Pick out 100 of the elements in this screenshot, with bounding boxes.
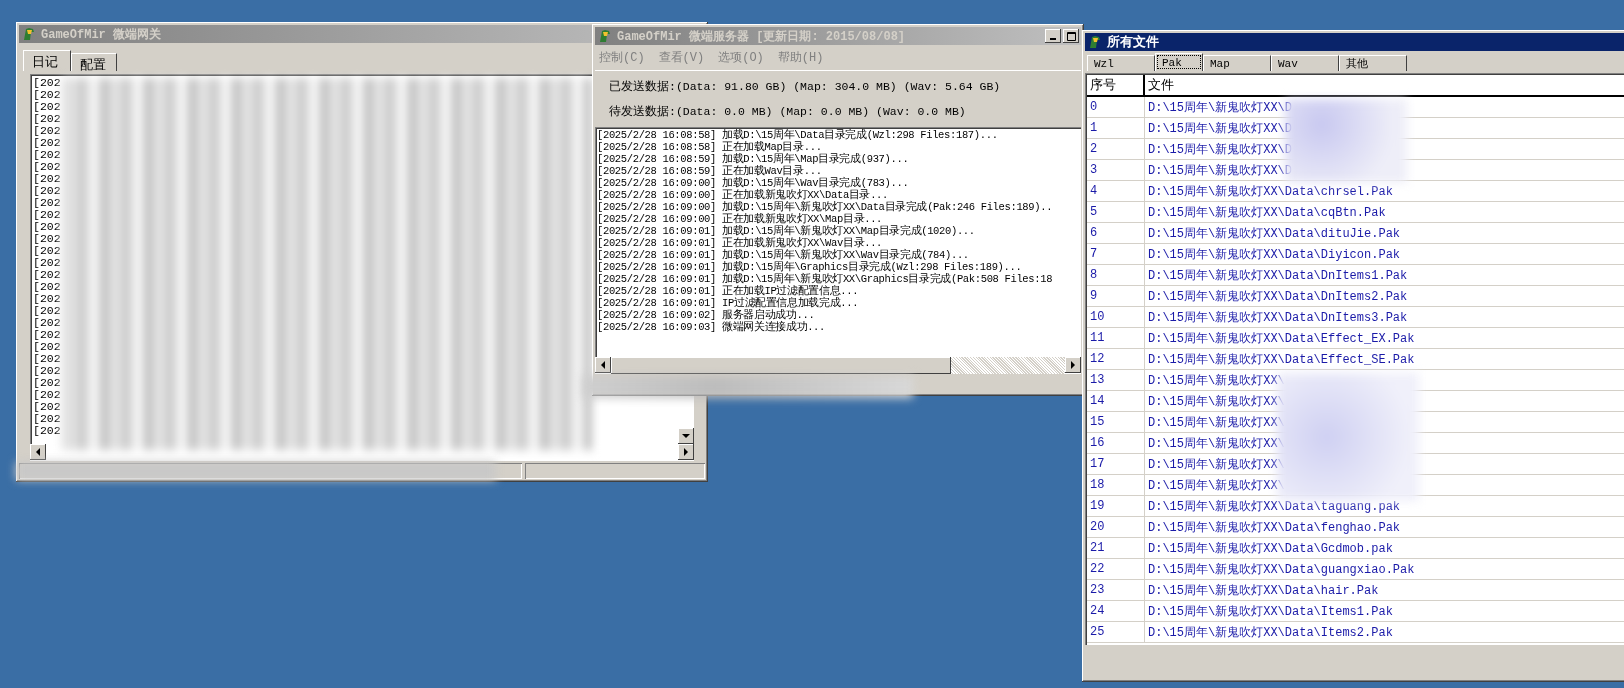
tab[interactable]: Wzl [1087, 55, 1155, 71]
table-cell: 19 [1087, 496, 1145, 516]
log-line: [2025/2/28 16:09:00] 加载D:\15周年\Wav目录完成(783)... [597, 177, 909, 189]
table-cell-text: D:\15周年\新鬼吹灯XX\Data\chrsel.Pak [1147, 183, 1394, 201]
log-line: [202 [33, 305, 61, 317]
table-cell-text: D:\15周年\新鬼吹灯XX\Data\Diyicon.Pak [1147, 246, 1402, 264]
log-line: [202 [33, 269, 61, 281]
table-cell: 21 [1087, 538, 1145, 558]
tab[interactable]: Map [1203, 55, 1271, 71]
table-cell: 0 [1087, 97, 1145, 117]
app-icon [597, 28, 613, 44]
table-cell-text: D:\15周年\新鬼吹灯XX\ [1147, 372, 1286, 390]
table-cell: 3 [1087, 160, 1145, 180]
table-cell-text: D:\15周年\新鬼吹灯XX\D [1147, 141, 1293, 159]
column-header[interactable]: 序号 [1087, 75, 1145, 95]
log-line: [2025/2/28 16:09:01] 加载D:\15周年\新鬼吹灯XX\Wav目录完成(784)... [597, 249, 969, 261]
log-line: [2025/2/28 16:08:59] 正在加载Wav目录... [597, 165, 822, 177]
window-title: 所有文件 [1107, 34, 1159, 51]
table-cell-text: D:\15周年\新鬼吹灯XX\D [1147, 162, 1293, 180]
app-icon [1087, 34, 1103, 50]
pending-data-stats: 待发送数据:(Data: 0.0 MB) (Map: 0.0 MB) (Wav: 0.0 MB) [609, 104, 966, 119]
table-cell: 5 [1087, 202, 1145, 222]
app-icon [21, 26, 37, 42]
log-line: [202 [33, 377, 61, 389]
table-cell-text: D:\15周年\新鬼吹灯XX\Data\DnItems2.Pak [1147, 288, 1409, 306]
log-line: [2025/2/28 16:08:59] 加载D:\15周年\Map目录完成(937)... [597, 153, 909, 165]
log-line: [2025/2/28 16:09:01] 加载D:\15周年\新鬼吹灯XX\Graphics目录完成(Pak:508 Files:18 [597, 273, 1053, 285]
scroll-left-button[interactable] [30, 444, 46, 460]
table-cell: 4 [1087, 181, 1145, 201]
log-line: [202 [33, 161, 61, 173]
log-line: [2025/2/28 16:09:03] 微端网关连接成功... [597, 321, 826, 333]
tab[interactable]: 日记 [23, 50, 71, 71]
log-line: [202 [33, 413, 61, 425]
table-cell: 23 [1087, 580, 1145, 600]
log-line: [202 [33, 293, 61, 305]
log-line: [202 [33, 317, 61, 329]
log-line: [202 [33, 365, 61, 377]
scroll-left-button[interactable] [595, 357, 611, 373]
log-line: [202 [33, 245, 61, 257]
log-line: [202 [33, 113, 61, 125]
log-line: [202 [33, 425, 61, 437]
maximize-icon [1066, 31, 1076, 41]
right-arrow-icon [1070, 361, 1076, 369]
scrollbar-thumb[interactable] [611, 357, 952, 374]
log-line: [2025/2/28 16:09:01] 加载D:\15周年\新鬼吹灯XX\Map目录完成(1020)... [597, 225, 975, 237]
table-cell: 6 [1087, 223, 1145, 243]
table-cell-text: D:\15周年\新鬼吹灯XX\Data\Effect_SE.Pak [1147, 351, 1416, 369]
log-line: [202 [33, 329, 61, 341]
log-line: [202 [33, 101, 61, 113]
right-arrow-icon [683, 448, 689, 456]
tab[interactable]: Pak [1155, 53, 1203, 71]
table-cell: 22 [1087, 559, 1145, 579]
log-line: [202 [33, 149, 61, 161]
log-line: [202 [33, 125, 61, 137]
table-cell: 14 [1087, 391, 1145, 411]
window-title: GameOfMir 微端网关 [41, 26, 161, 43]
scroll-right-button[interactable] [1065, 357, 1081, 373]
log-line: [202 [33, 389, 61, 401]
table-cell-text: D:\15周年\新鬼吹灯XX\ [1147, 456, 1286, 474]
table-cell: 9 [1087, 286, 1145, 306]
log-line: [2025/2/28 16:09:01] IP过滤配置信息加载完成... [597, 297, 859, 309]
log-line: [2025/2/28 16:09:01] 加载D:\15周年\Graphics目录完成(Wzl:298 Files:189)... [597, 261, 1022, 273]
table-cell: 8 [1087, 265, 1145, 285]
scroll-right-button[interactable] [678, 444, 694, 460]
column-header[interactable]: 文件 [1145, 75, 1624, 95]
minimize-button[interactable] [1045, 29, 1061, 43]
table-cell-text: D:\15周年\新鬼吹灯XX\Data\dituJie.Pak [1147, 225, 1402, 243]
table-cell-text: D:\15周年\新鬼吹灯XX\Data\fenghao.Pak [1147, 519, 1402, 537]
table-cell: 2 [1087, 139, 1145, 159]
tab[interactable]: 其他 [1339, 55, 1407, 71]
maximize-button[interactable] [1063, 29, 1079, 43]
log-line: [2025/2/28 16:09:00] 加载D:\15周年\新鬼吹灯XX\Data目录完成(Pak:246 Files:189).. [597, 201, 1053, 213]
tab[interactable]: Wav [1271, 55, 1339, 71]
sent-data-stats: 已发送数据:(Data: 91.80 GB) (Map: 304.0 MB) (Wav: 5.64 GB) [609, 79, 1001, 94]
table-cell-text: D:\15周年\新鬼吹灯XX\D [1147, 120, 1293, 138]
log-line: [202 [33, 137, 61, 149]
table-cell-text: D:\15周年\新鬼吹灯XX\Data\Items1.Pak [1147, 603, 1394, 621]
log-line: [202 [33, 353, 61, 365]
log-line: [2025/2/28 16:08:58] 加载D:\15周年\Data目录完成(Wzl:298 Files:187)... [597, 129, 998, 141]
table-cell: 16 [1087, 433, 1145, 453]
table-cell: 7 [1087, 244, 1145, 264]
table-cell-text: D:\15周年\新鬼吹灯XX\Data\Gcdmob.pak [1147, 540, 1394, 558]
table-cell-text: D:\15周年\新鬼吹灯XX\D [1147, 99, 1293, 117]
tab[interactable]: 配置 [71, 53, 117, 71]
table-cell-text: D:\15周年\新鬼吹灯XX\Data\Items2.Pak [1147, 624, 1394, 642]
table-cell: 25 [1087, 622, 1145, 642]
table-cell-text: D:\15周年\新鬼吹灯XX\Data\taguang.pak [1147, 498, 1402, 516]
table-cell-text: D:\15周年\新鬼吹灯XX\Data\Effect_EX.Pak [1147, 330, 1416, 348]
table-cell-text: D:\15周年\新鬼吹灯XX\ [1147, 435, 1286, 453]
scroll-down-button[interactable] [678, 428, 694, 444]
log-line: [2025/2/28 16:08:58] 正在加载Map目录... [597, 141, 822, 153]
log-line: [202 [33, 257, 61, 269]
table-cell: 11 [1087, 328, 1145, 348]
table-cell-text: D:\15周年\新鬼吹灯XX\Data\DnItems3.Pak [1147, 309, 1409, 327]
log-line: [202 [33, 185, 61, 197]
log-line: [202 [33, 173, 61, 185]
table-cell-text: D:\15周年\新鬼吹灯XX\ [1147, 414, 1286, 432]
table-cell: 18 [1087, 475, 1145, 495]
table-cell: 24 [1087, 601, 1145, 621]
log-line: [202 [33, 233, 61, 245]
